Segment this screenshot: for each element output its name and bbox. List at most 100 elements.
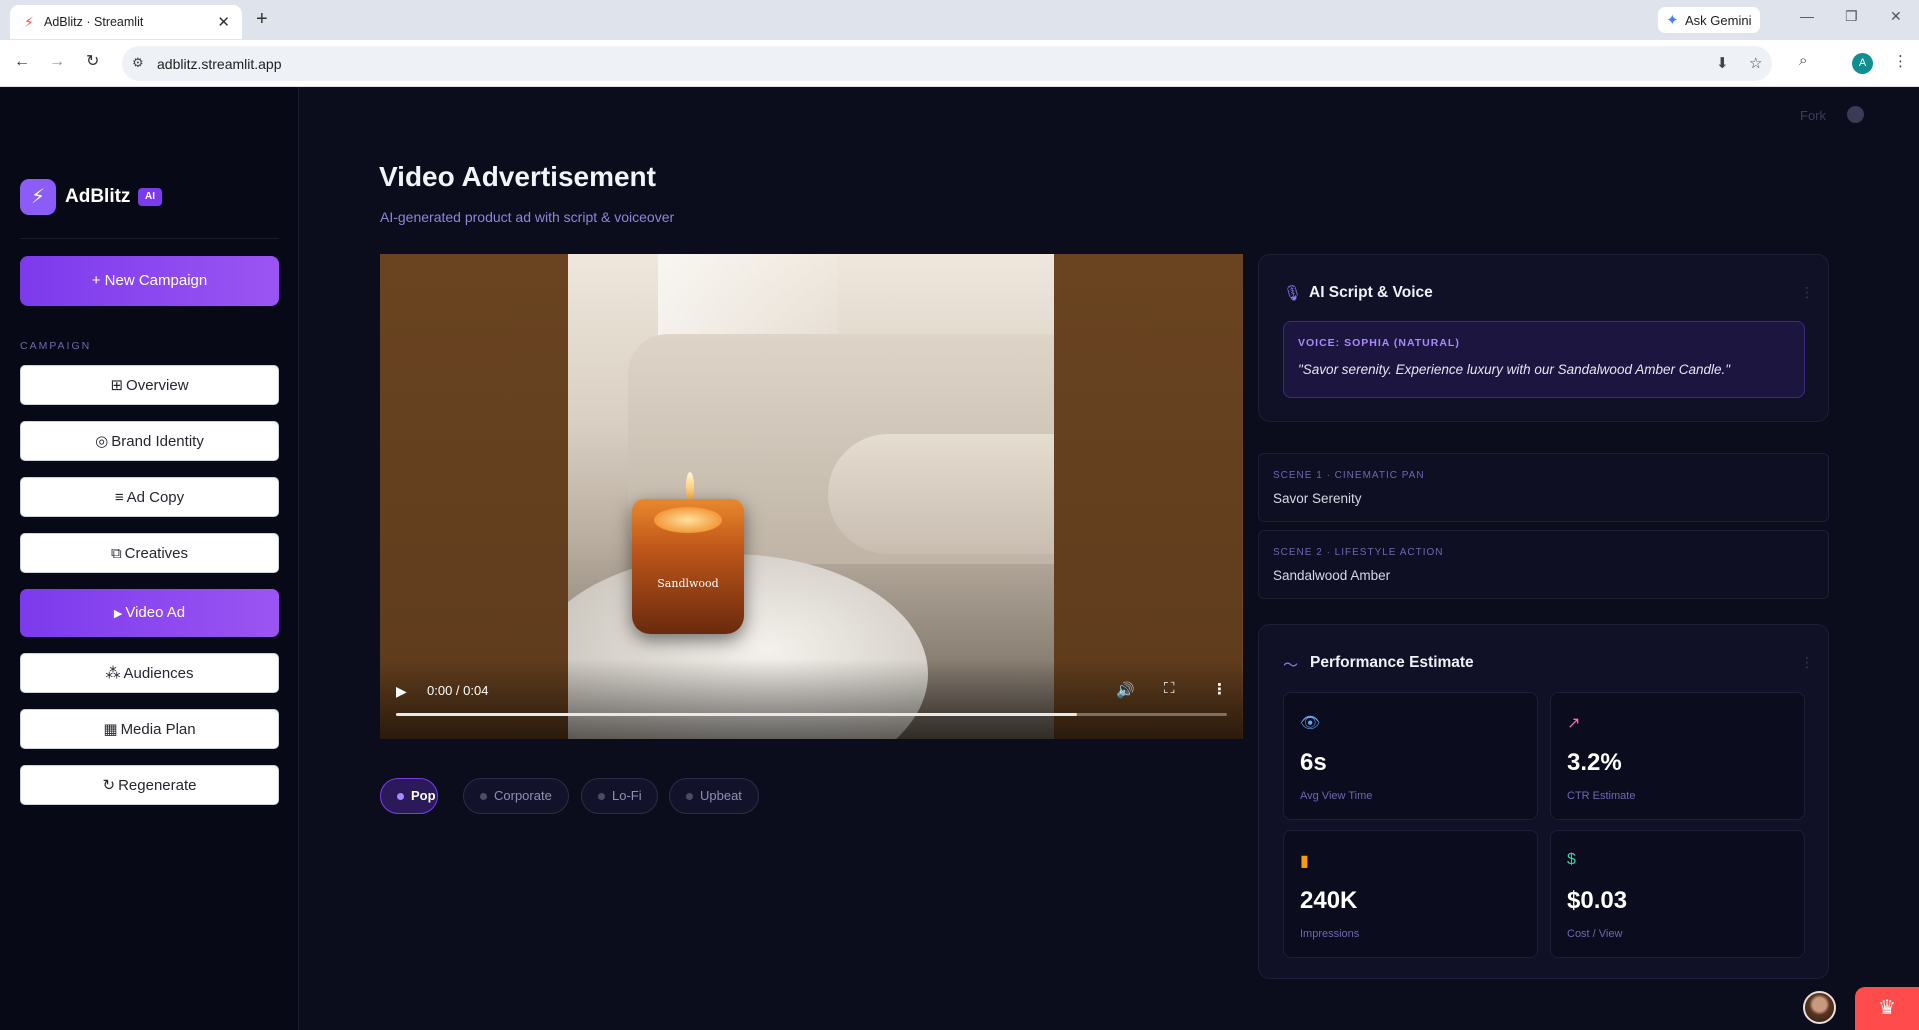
metric-card-cost-per-view: $ $0.03 Cost / View [1550,830,1805,958]
chip-dot [480,793,487,800]
site-info-icon[interactable]: ⚙ [132,55,144,71]
video-player[interactable]: Sandlwood ▶ 0:00 / 0:04 🔊 ⛶ ⋮ [380,254,1243,739]
streamlit-crown-icon[interactable]: ♛ [1855,987,1919,1030]
video-progress-bar[interactable] [396,713,1227,716]
layers-icon: ⧉ [110,545,122,562]
address-bar[interactable]: ⚙ adblitz.streamlit.app ⬇ ☆ [122,46,1772,81]
reload-icon[interactable]: ↻ [86,52,99,72]
panel-menu-icon[interactable]: ⋮ [1800,284,1814,301]
back-icon[interactable]: ← [14,52,30,72]
voice-label: VOICE: SOPHIA (NATURAL) [1298,337,1460,349]
metric-value: 6s [1300,749,1327,776]
sofa-seat [828,434,1054,554]
performance-title: Performance Estimate [1310,654,1474,671]
streamlit-favicon-icon: ⚡ [24,14,34,30]
scene-card[interactable]: SCENE 2 · LIFESTYLE ACTION Sandalwood Am… [1258,530,1829,599]
restore-icon[interactable]: ❐ [1845,8,1858,25]
eye-icon: 👁 [1300,715,1321,732]
sidebar-item-brand-identity[interactable]: ◎ Brand Identity [20,421,279,461]
sidebar-item-video-ad[interactable]: ▶ Video Ad [20,589,279,637]
scene-card[interactable]: SCENE 1 · CINEMATIC PAN Savor Serenity [1258,453,1829,522]
metric-card-impressions: ▮ 240K Impressions [1283,830,1538,958]
tab-search-icon[interactable]: ⌕ [1799,52,1807,69]
sidebar-item-creatives[interactable]: ⧉ Creatives [20,533,279,573]
more-options-icon[interactable]: ⋮ [1212,680,1227,698]
chip-dot [397,793,404,800]
scene-name: Savor Serenity [1273,491,1362,506]
ai-badge: AI [138,188,162,206]
scene-label: SCENE 2 · LIFESTYLE ACTION [1273,547,1444,558]
minimize-icon[interactable]: — [1800,8,1814,24]
video-controls-overlay [380,659,1243,739]
browser-toolbar: ← → ↻ ⚙ adblitz.streamlit.app ⬇ ☆ ⌕ A ⋮ [0,40,1919,87]
sidebar-item-label: Brand Identity [111,433,204,450]
metric-card-avg-view-time: 👁 6s Avg View Time [1283,692,1538,820]
sidebar-item-ad-copy[interactable]: ≡ Ad Copy [20,477,279,517]
chip-pop[interactable]: Pop [380,778,438,814]
gemini-sparkle-icon: ✦ [1666,12,1679,29]
url-text[interactable]: adblitz.streamlit.app [157,56,282,72]
dollar-icon: $ [1567,851,1576,868]
refresh-icon: ↻ [102,777,116,794]
browser-tab-strip: ⚡ AdBlitz · Streamlit ✕ + ✦ Ask Gemini —… [0,0,1919,40]
github-icon[interactable] [1847,106,1864,123]
page-subtitle: AI-generated product ad with script & vo… [380,209,675,225]
metric-value: 240K [1300,887,1358,914]
user-avatar[interactable] [1803,991,1836,1024]
sidebar-item-audiences[interactable]: ⁂ Audiences [20,653,279,693]
chip-dot [598,793,605,800]
install-app-icon[interactable]: ⬇ [1716,54,1729,72]
sidebar-item-label: Video Ad [125,604,186,621]
volume-icon[interactable]: 🔊 [1116,681,1135,699]
microphone-icon: 🎙 [1283,285,1303,302]
people-icon: ⁂ [105,665,121,682]
sidebar: ⚡ AdBlitz AI + New Campaign CAMPAIGN ⊞ Ov… [0,87,299,1030]
play-icon[interactable]: ▶ [396,683,407,700]
voice-quote: "Savor serenity. Experience luxury with … [1298,362,1731,377]
ask-gemini-label: Ask Gemini [1685,13,1752,28]
fullscreen-icon[interactable]: ⛶ [1164,680,1175,697]
candle-flame [686,472,694,500]
chip-upbeat[interactable]: Upbeat [669,778,759,814]
chip-dot [686,793,693,800]
chip-label: Corporate [494,788,552,803]
metric-label: Avg View Time [1300,790,1373,802]
sidebar-item-label: Media Plan [120,721,196,738]
app-root: ⚡ AdBlitz AI + New Campaign CAMPAIGN ⊞ Ov… [0,87,1919,1030]
page-title: Video Advertisement [379,161,656,192]
chip-lo-fi[interactable]: Lo-Fi [581,778,658,814]
sidebar-item-overview[interactable]: ⊞ Overview [20,365,279,405]
chip-label: Pop [411,788,436,803]
trending-up-icon: ↗ [1567,715,1581,732]
campaign-section-label: CAMPAIGN [20,340,92,352]
close-tab-icon[interactable]: ✕ [217,13,230,31]
forward-icon[interactable]: → [49,52,65,72]
metric-label: Impressions [1300,928,1360,940]
bookmark-star-icon[interactable]: ☆ [1749,54,1762,72]
voice-box: VOICE: SOPHIA (NATURAL) "Savor serenity.… [1283,321,1805,398]
new-campaign-button[interactable]: + New Campaign [20,256,279,306]
new-tab-icon[interactable]: + [256,8,268,30]
browser-menu-icon[interactable]: ⋮ [1893,52,1908,70]
chip-label: Lo-Fi [612,788,642,803]
candle-jar: Sandlwood [632,499,744,634]
sidebar-item-label: Audiences [123,665,194,682]
sidebar-item-regenerate[interactable]: ↻ Regenerate [20,765,279,805]
close-window-icon[interactable]: ✕ [1890,8,1902,25]
sidebar-item-label: Creatives [124,545,189,562]
sidebar-item-media-plan[interactable]: ▦ Media Plan [20,709,279,749]
tab-title: AdBlitz · Streamlit [44,15,144,29]
scene-name: Sandalwood Amber [1273,568,1391,583]
sidebar-item-label: Regenerate [118,777,197,794]
scene-label: SCENE 1 · CINEMATIC PAN [1273,470,1425,481]
panel-menu-icon[interactable]: ⋮ [1800,654,1814,671]
chip-corporate[interactable]: Corporate [463,778,569,814]
fork-link[interactable]: Fork [1800,108,1826,123]
profile-avatar[interactable]: A [1852,53,1873,74]
browser-tab[interactable]: ⚡ AdBlitz · Streamlit ✕ [10,5,242,39]
ask-gemini-button[interactable]: ✦ Ask Gemini [1658,7,1760,33]
app-logo-text: AdBlitz [65,186,131,207]
metric-label: CTR Estimate [1567,790,1636,802]
target-icon: ◎ [95,433,109,450]
metric-value: $0.03 [1567,887,1628,914]
